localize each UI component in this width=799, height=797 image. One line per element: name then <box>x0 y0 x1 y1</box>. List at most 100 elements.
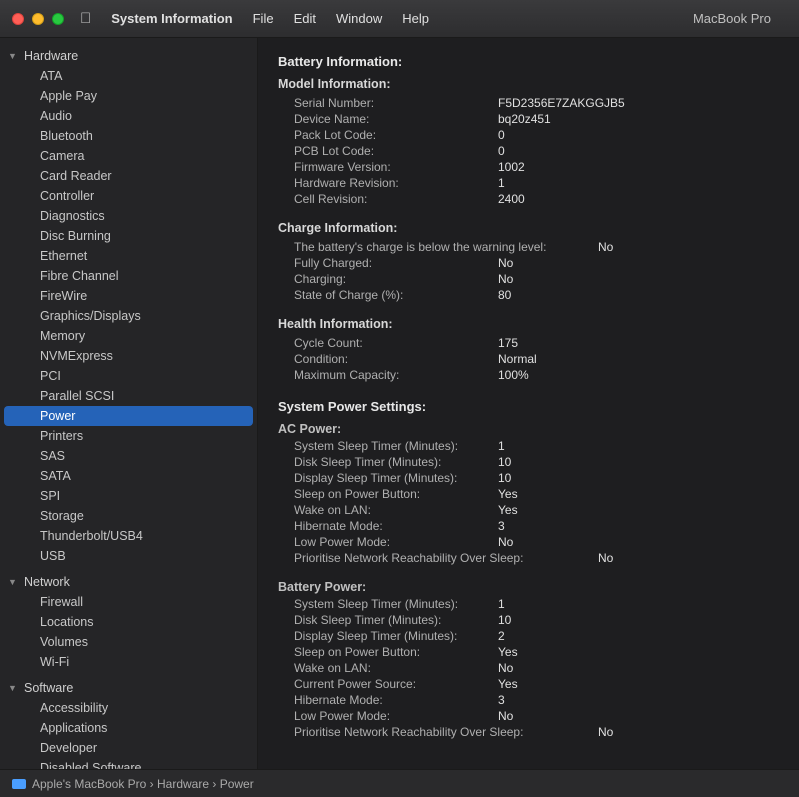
sidebar-item-nvmexpress[interactable]: NVMExpress <box>4 346 253 366</box>
menu-app-title[interactable]: System Information <box>103 9 240 28</box>
fully-charged-label: Fully Charged: <box>278 256 498 270</box>
info-row: System Sleep Timer (Minutes): 1 <box>278 438 779 454</box>
sidebar-item-firewire[interactable]: FireWire <box>4 286 253 306</box>
sidebar-item-memory[interactable]: Memory <box>4 326 253 346</box>
ac-sleep-power-button-label: Sleep on Power Button: <box>278 487 498 501</box>
sidebar-item-controller[interactable]: Controller <box>4 186 253 206</box>
info-row: Display Sleep Timer (Minutes): 2 <box>278 628 779 644</box>
info-row: Serial Number: F5D2356E7ZAKGGJB5 <box>278 95 779 111</box>
info-row: The battery's charge is below the warnin… <box>278 239 779 255</box>
bat-display-sleep-label: Display Sleep Timer (Minutes): <box>278 629 498 643</box>
cell-revision-label: Cell Revision: <box>278 192 498 206</box>
sidebar-item-applications[interactable]: Applications <box>4 718 253 738</box>
sidebar-item-spi[interactable]: SPI <box>4 486 253 506</box>
pcb-lot-value: 0 <box>498 144 505 158</box>
pcb-lot-label: PCB Lot Code: <box>278 144 498 158</box>
sidebar-section-hardware[interactable]: ▼ Hardware <box>0 46 257 66</box>
info-row: Wake on LAN: No <box>278 660 779 676</box>
info-row: Wake on LAN: Yes <box>278 502 779 518</box>
sidebar: ▼ Hardware ATA Apple Pay Audio Bluetooth… <box>0 38 258 769</box>
hardware-revision-value: 1 <box>498 176 505 190</box>
close-button[interactable] <box>12 13 24 25</box>
info-row: State of Charge (%): 80 <box>278 287 779 303</box>
device-name-label: Device Name: <box>278 112 498 126</box>
sidebar-item-sas[interactable]: SAS <box>4 446 253 466</box>
sidebar-item-graphicsdisplays[interactable]: Graphics/Displays <box>4 306 253 326</box>
ac-sleep-power-button-value: Yes <box>498 487 518 501</box>
sidebar-section-software[interactable]: ▼ Software <box>0 678 257 698</box>
sidebar-item-firewall[interactable]: Firewall <box>4 592 253 612</box>
sidebar-item-discburning[interactable]: Disc Burning <box>4 226 253 246</box>
firmware-value: 1002 <box>498 160 525 174</box>
sidebar-item-thunderbolt[interactable]: Thunderbolt/USB4 <box>4 526 253 546</box>
battery-power-label: Battery Power: <box>278 580 779 594</box>
ac-display-sleep-value: 10 <box>498 471 511 485</box>
apple-logo-icon:  <box>80 10 91 27</box>
state-of-charge-label: State of Charge (%): <box>278 288 498 302</box>
maximize-button[interactable] <box>52 13 64 25</box>
pack-lot-label: Pack Lot Code: <box>278 128 498 142</box>
sidebar-item-developer[interactable]: Developer <box>4 738 253 758</box>
sidebar-item-ethernet[interactable]: Ethernet <box>4 246 253 266</box>
ac-system-sleep-value: 1 <box>498 439 505 453</box>
sidebar-item-cardreader[interactable]: Card Reader <box>4 166 253 186</box>
sidebar-item-printers[interactable]: Printers <box>4 426 253 446</box>
sidebar-item-wifi[interactable]: Wi-Fi <box>4 652 253 672</box>
max-capacity-value: 100% <box>498 368 529 382</box>
menu-file[interactable]: File <box>245 9 282 28</box>
sidebar-item-storage[interactable]: Storage <box>4 506 253 526</box>
info-row: Cycle Count: 175 <box>278 335 779 351</box>
sidebar-item-diagnostics[interactable]: Diagnostics <box>4 206 253 226</box>
sidebar-item-applepay[interactable]: Apple Pay <box>4 86 253 106</box>
charging-value: No <box>498 272 513 286</box>
sidebar-item-camera[interactable]: Camera <box>4 146 253 166</box>
macbook-icon <box>12 779 26 789</box>
main-content: ▼ Hardware ATA Apple Pay Audio Bluetooth… <box>0 38 799 769</box>
sidebar-item-sata[interactable]: SATA <box>4 466 253 486</box>
sidebar-item-parallelscsi[interactable]: Parallel SCSI <box>4 386 253 406</box>
bat-display-sleep-value: 2 <box>498 629 505 643</box>
info-row: Cell Revision: 2400 <box>278 191 779 207</box>
info-row: Condition: Normal <box>278 351 779 367</box>
sidebar-item-volumes[interactable]: Volumes <box>4 632 253 652</box>
max-capacity-label: Maximum Capacity: <box>278 368 498 382</box>
cycle-count-label: Cycle Count: <box>278 336 498 350</box>
info-row: Sleep on Power Button: Yes <box>278 644 779 660</box>
menu-window[interactable]: Window <box>328 9 390 28</box>
titlebar:  System Information File Edit Window He… <box>0 0 799 38</box>
bat-sleep-power-button-value: Yes <box>498 645 518 659</box>
cell-revision-value: 2400 <box>498 192 525 206</box>
sidebar-item-fibrechannel[interactable]: Fibre Channel <box>4 266 253 286</box>
sidebar-item-bluetooth[interactable]: Bluetooth <box>4 126 253 146</box>
info-row: Charging: No <box>278 271 779 287</box>
bat-disk-sleep-value: 10 <box>498 613 511 627</box>
sidebar-item-power[interactable]: Power <box>4 406 253 426</box>
pack-lot-value: 0 <box>498 128 505 142</box>
serial-number-value: F5D2356E7ZAKGGJB5 <box>498 96 625 110</box>
ac-display-sleep-label: Display Sleep Timer (Minutes): <box>278 471 498 485</box>
info-row: Hibernate Mode: 3 <box>278 518 779 534</box>
charge-info-group: Charge Information: The battery's charge… <box>278 221 779 303</box>
sidebar-item-locations[interactable]: Locations <box>4 612 253 632</box>
hardware-revision-label: Hardware Revision: <box>278 176 498 190</box>
ac-low-power-label: Low Power Mode: <box>278 535 498 549</box>
info-row: Current Power Source: Yes <box>278 676 779 692</box>
sidebar-item-accessibility[interactable]: Accessibility <box>4 698 253 718</box>
sidebar-item-usb[interactable]: USB <box>4 546 253 566</box>
menu-edit[interactable]: Edit <box>286 9 324 28</box>
device-name-value: bq20z451 <box>498 112 551 126</box>
chevron-down-icon-network: ▼ <box>8 577 20 587</box>
sidebar-item-disabledsoftware[interactable]: Disabled Software <box>4 758 253 769</box>
sidebar-item-ata[interactable]: ATA <box>4 66 253 86</box>
minimize-button[interactable] <box>32 13 44 25</box>
charging-label: Charging: <box>278 272 498 286</box>
sidebar-section-network[interactable]: ▼ Network <box>0 572 257 592</box>
sidebar-item-audio[interactable]: Audio <box>4 106 253 126</box>
info-row: Fully Charged: No <box>278 255 779 271</box>
traffic-lights <box>12 13 64 25</box>
sidebar-item-pci[interactable]: PCI <box>4 366 253 386</box>
info-row: Disk Sleep Timer (Minutes): 10 <box>278 454 779 470</box>
menu-help[interactable]: Help <box>394 9 437 28</box>
info-row: Hardware Revision: 1 <box>278 175 779 191</box>
state-of-charge-value: 80 <box>498 288 511 302</box>
